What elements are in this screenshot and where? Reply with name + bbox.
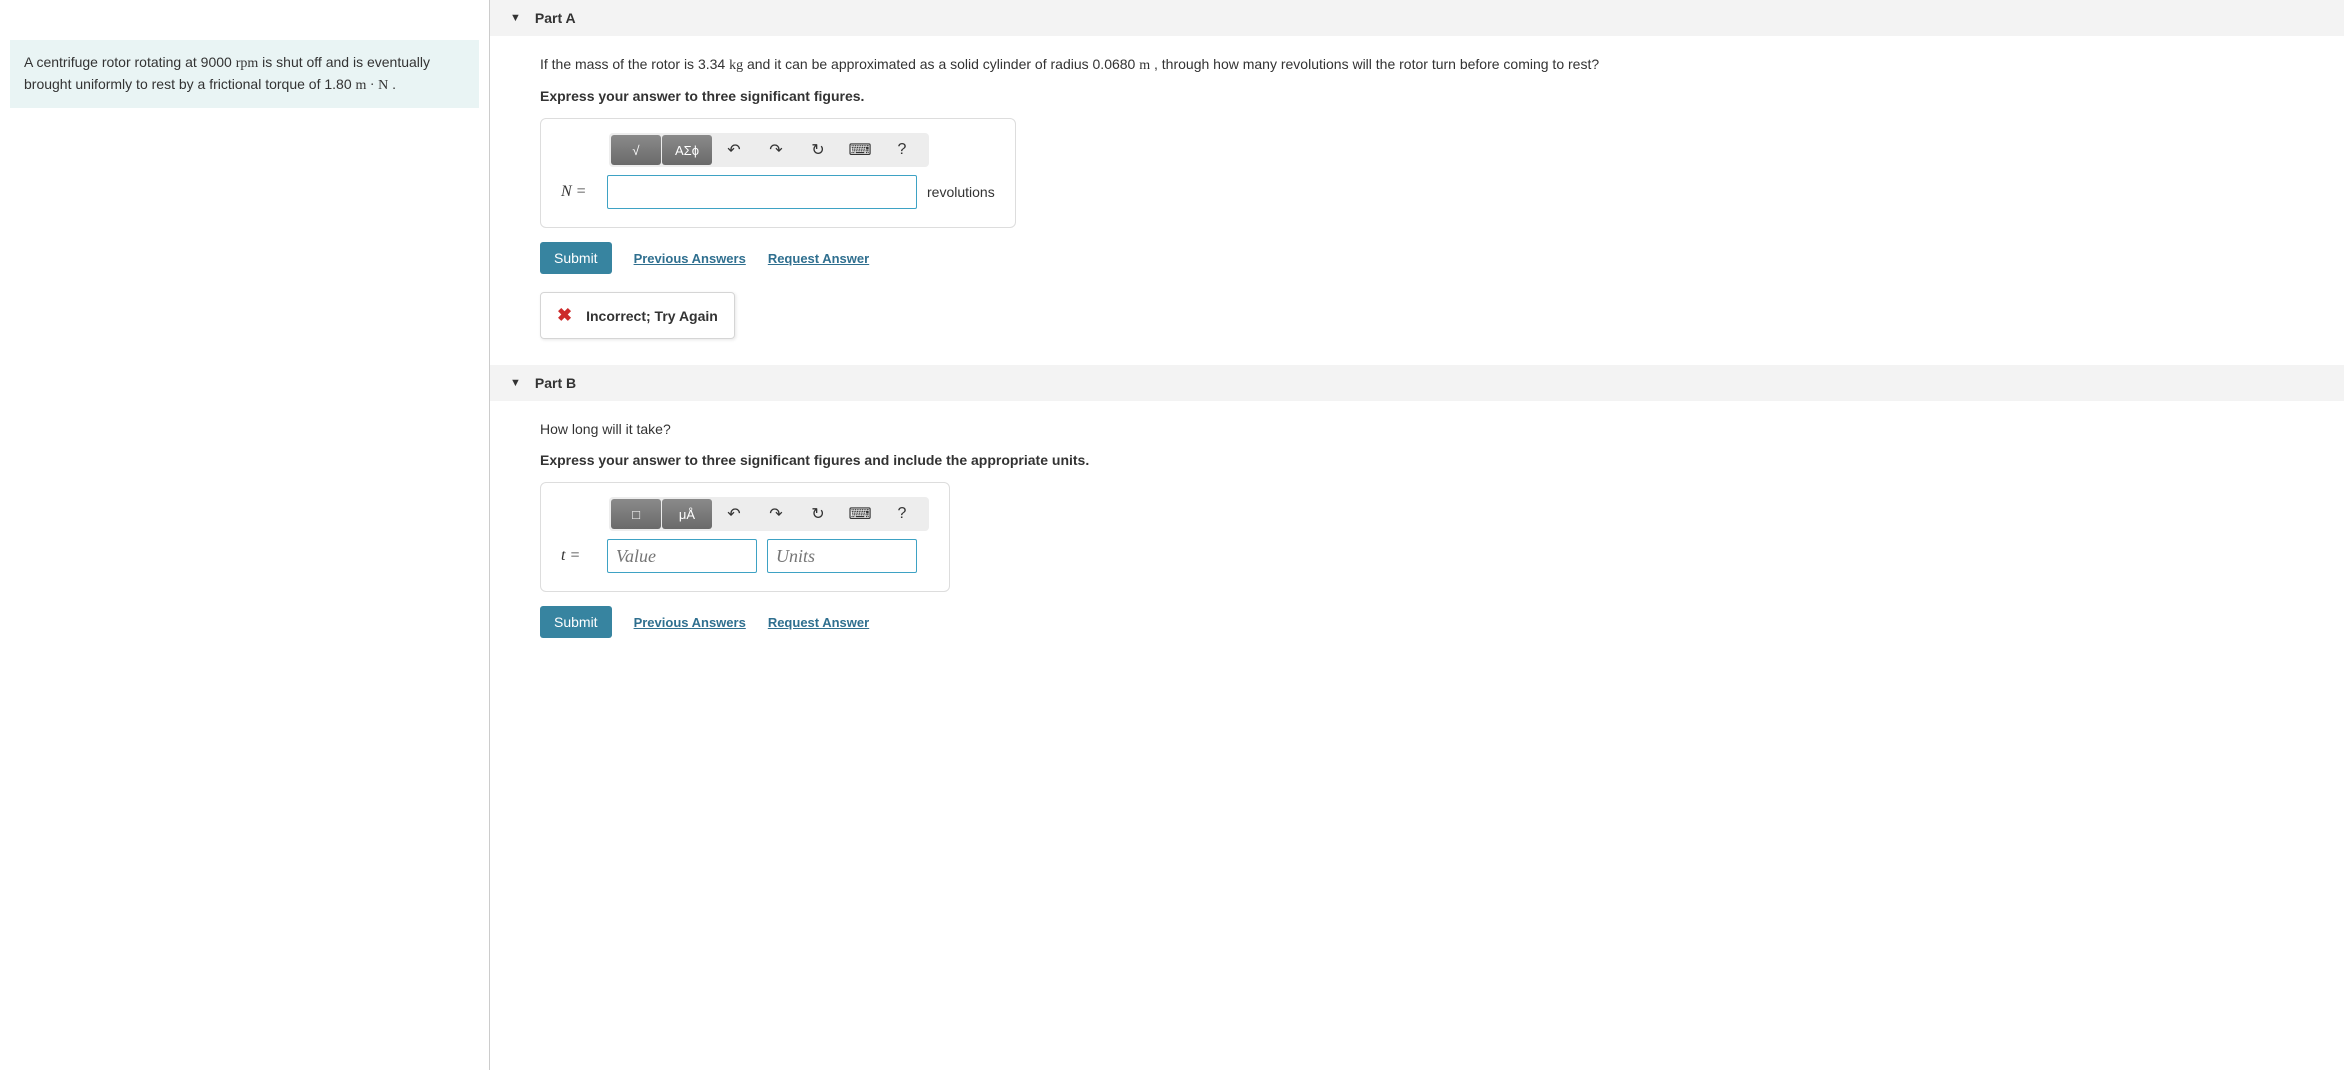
greek-button[interactable]: ΑΣϕ [662,135,712,165]
unit-mn: m · N [356,78,389,93]
redo-button[interactable]: ↷ [755,499,797,529]
part-b-previous-answers-link[interactable]: Previous Answers [634,615,746,630]
part-a-instruction: Express your answer to three significant… [540,88,2344,104]
undo-button[interactable]: ↶ [713,499,755,529]
part-a-submit-button[interactable]: Submit [540,242,612,274]
part-a-section: ▼ Part A If the mass of the rotor is 3.3… [490,0,2344,357]
part-a-answer-block: √ ΑΣϕ ↶ ↷ ↻ ⌨ ? N = revolutions [540,118,1016,228]
templates-button[interactable]: □ [611,499,661,529]
part-b-header[interactable]: ▼ Part B [490,365,2344,401]
incorrect-icon: ✖ [557,305,572,326]
problem-text-1: A centrifuge rotor rotating at 9000 [24,54,236,70]
units-button[interactable]: μÅ [662,499,712,529]
part-a-answer-input[interactable] [607,175,917,209]
reset-button[interactable]: ↻ [797,135,839,165]
keyboard-button[interactable]: ⌨ [839,499,881,529]
problem-statement: A centrifuge rotor rotating at 9000 rpm … [10,40,479,108]
unit-m: m [1139,58,1150,73]
part-b-instruction: Express your answer to three significant… [540,452,2344,468]
part-a-header[interactable]: ▼ Part A [490,0,2344,36]
part-b-submit-button[interactable]: Submit [540,606,612,638]
part-b-request-answer-link[interactable]: Request Answer [768,615,869,630]
help-button[interactable]: ? [881,135,923,165]
part-a-question: If the mass of the rotor is 3.34 kg and … [540,54,2344,76]
part-a-feedback-msg: Incorrect; Try Again [586,308,718,324]
part-b-question: How long will it take? [540,419,2344,440]
unit-kg: kg [729,58,743,73]
part-a-toolbar: √ ΑΣϕ ↶ ↷ ↻ ⌨ ? [609,133,929,167]
part-b-value-input[interactable] [607,539,757,573]
problem-text-3: . [388,76,396,92]
redo-button[interactable]: ↷ [755,135,797,165]
part-a-feedback: ✖ Incorrect; Try Again [540,292,735,339]
part-b-units-input[interactable] [767,539,917,573]
reset-button[interactable]: ↻ [797,499,839,529]
templates-button[interactable]: √ [611,135,661,165]
part-a-previous-answers-link[interactable]: Previous Answers [634,251,746,266]
unit-rpm: rpm [236,56,259,71]
help-button[interactable]: ? [881,499,923,529]
part-b-answer-block: □ μÅ ↶ ↷ ↻ ⌨ ? t = [540,482,950,592]
part-b-section: ▼ Part B How long will it take? Express … [490,365,2344,674]
part-b-toolbar: □ μÅ ↶ ↷ ↻ ⌨ ? [609,497,929,531]
keyboard-button[interactable]: ⌨ [839,135,881,165]
part-a-var-label: N = [561,183,597,201]
chevron-down-icon: ▼ [510,377,521,389]
part-a-unit-suffix: revolutions [927,184,995,200]
part-b-title: Part B [535,375,576,391]
part-a-title: Part A [535,10,576,26]
part-b-var-label: t = [561,547,597,565]
undo-button[interactable]: ↶ [713,135,755,165]
part-a-request-answer-link[interactable]: Request Answer [768,251,869,266]
chevron-down-icon: ▼ [510,12,521,24]
